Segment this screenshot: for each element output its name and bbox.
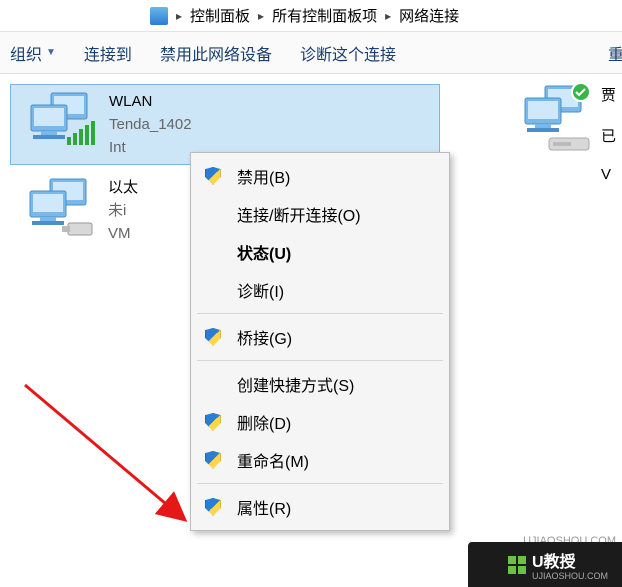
watermark-brand: U教授 UJIAOSHOU.COM bbox=[468, 542, 622, 587]
shield-icon bbox=[205, 167, 223, 185]
chevron-right-icon: ▸ bbox=[385, 9, 391, 23]
partial-line: 贾 bbox=[601, 84, 616, 105]
annotation-arrow-icon bbox=[20, 380, 210, 540]
adapter-partial-text: 贾 已 V bbox=[601, 84, 616, 183]
adapter-driver: VM bbox=[108, 223, 138, 244]
menu-label: 状态(U) bbox=[237, 240, 291, 264]
disable-device-button[interactable]: 禁用此网络设备 bbox=[160, 41, 272, 65]
brand-logo-icon bbox=[508, 556, 526, 574]
chevron-right-icon: ▸ bbox=[258, 9, 264, 23]
menu-delete[interactable]: 删除(D) bbox=[191, 403, 449, 441]
chevron-right-icon: ▸ bbox=[176, 9, 182, 23]
breadcrumb-item[interactable]: 控制面板 bbox=[190, 5, 250, 26]
toolbar: 组织 ▼ 连接到 禁用此网络设备 诊断这个连接 重 bbox=[0, 32, 622, 74]
menu-diagnose[interactable]: 诊断(I) bbox=[191, 271, 449, 309]
diagnose-label: 诊断这个连接 bbox=[300, 41, 396, 65]
connect-to-label: 连接到 bbox=[84, 41, 132, 65]
shield-icon bbox=[205, 498, 223, 516]
menu-label: 桥接(G) bbox=[237, 325, 292, 349]
menu-label: 连接/断开连接(O) bbox=[237, 202, 361, 226]
brand-text: U教授 bbox=[532, 554, 576, 571]
network-adapter-icon bbox=[18, 177, 98, 237]
control-panel-icon bbox=[150, 7, 168, 25]
menu-create-shortcut[interactable]: 创建快捷方式(S) bbox=[191, 365, 449, 403]
menu-label: 诊断(I) bbox=[237, 278, 284, 302]
network-adapter-icon bbox=[513, 84, 593, 160]
organize-label: 组织 bbox=[10, 41, 42, 65]
adapter-ssid: Tenda_1402 bbox=[109, 114, 192, 135]
menu-separator bbox=[197, 483, 443, 484]
shield-icon bbox=[205, 451, 223, 469]
organize-button[interactable]: 组织 ▼ bbox=[10, 41, 56, 65]
adapter-name: 以太 bbox=[108, 177, 138, 198]
brand-sub: UJIAOSHOU.COM bbox=[532, 572, 608, 581]
menu-label: 创建快捷方式(S) bbox=[237, 372, 354, 396]
adapter-partial-right[interactable]: 贾 已 V bbox=[513, 84, 616, 183]
blank-icon bbox=[205, 205, 223, 223]
menu-label: 禁用(B) bbox=[237, 164, 290, 188]
blank-icon bbox=[205, 375, 223, 393]
context-menu: 禁用(B) 连接/断开连接(O) 状态(U) 诊断(I) 桥接(G) 创建快捷方… bbox=[190, 152, 450, 531]
breadcrumb-item[interactable]: 网络连接 bbox=[399, 5, 459, 26]
adapter-status: 未i bbox=[108, 200, 138, 221]
more-button[interactable]: 重 bbox=[608, 41, 622, 65]
menu-connect-disconnect[interactable]: 连接/断开连接(O) bbox=[191, 195, 449, 233]
menu-disable[interactable]: 禁用(B) bbox=[191, 157, 449, 195]
menu-label: 重命名(M) bbox=[237, 448, 309, 472]
blank-icon bbox=[205, 281, 223, 299]
network-adapter-icon bbox=[19, 91, 99, 151]
menu-label: 删除(D) bbox=[237, 410, 291, 434]
shield-icon bbox=[205, 413, 223, 431]
partial-line: V bbox=[601, 166, 616, 183]
menu-properties[interactable]: 属性(R) bbox=[191, 488, 449, 526]
menu-separator bbox=[197, 313, 443, 314]
partial-line: 已 bbox=[601, 125, 616, 146]
connect-to-button[interactable]: 连接到 bbox=[84, 41, 132, 65]
menu-label: 属性(R) bbox=[237, 495, 291, 519]
blank-icon bbox=[205, 243, 223, 261]
chevron-down-icon: ▼ bbox=[46, 47, 56, 58]
menu-status[interactable]: 状态(U) bbox=[191, 233, 449, 271]
menu-separator bbox=[197, 360, 443, 361]
adapter-name: WLAN bbox=[109, 91, 192, 112]
menu-bridge[interactable]: 桥接(G) bbox=[191, 318, 449, 356]
disable-device-label: 禁用此网络设备 bbox=[160, 41, 272, 65]
more-label: 重 bbox=[608, 41, 622, 65]
adapter-eth-text: 以太 未i VM bbox=[108, 177, 138, 244]
diagnose-button[interactable]: 诊断这个连接 bbox=[300, 41, 396, 65]
breadcrumb-item[interactable]: 所有控制面板项 bbox=[272, 5, 377, 26]
breadcrumb: ▸ 控制面板 ▸ 所有控制面板项 ▸ 网络连接 bbox=[0, 0, 622, 32]
adapter-wlan-text: WLAN Tenda_1402 Int bbox=[109, 91, 192, 158]
adapter-driver: Int bbox=[109, 137, 192, 158]
menu-rename[interactable]: 重命名(M) bbox=[191, 441, 449, 479]
shield-icon bbox=[205, 328, 223, 346]
